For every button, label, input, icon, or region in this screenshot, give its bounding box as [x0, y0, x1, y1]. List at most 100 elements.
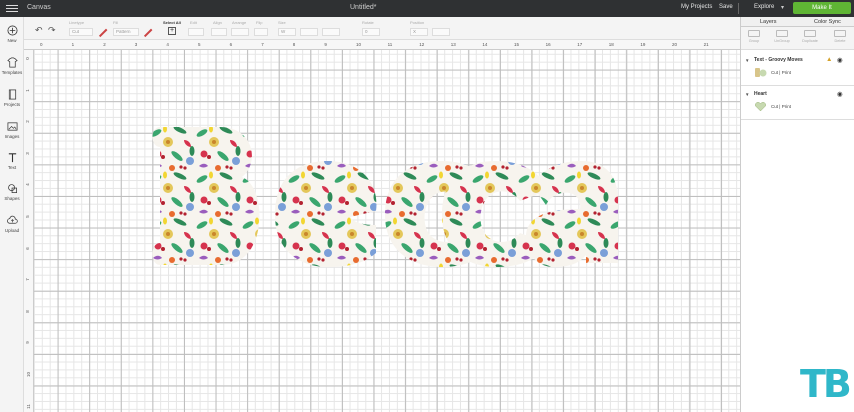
linetype-select[interactable]: Cut	[69, 28, 93, 36]
caret-down-icon[interactable]: ▼	[745, 58, 749, 63]
sidebar-item-upload[interactable]: Upload	[0, 215, 24, 233]
ruler-tick-label: 11	[387, 42, 393, 47]
sidebar-item-label: Projects	[3, 102, 21, 107]
plus-icon	[7, 25, 17, 36]
ungroup-label: UnGroup	[774, 39, 790, 43]
edit-toolbar: ↶ ↷ Linetype Cut Fill Pattern Select All…	[0, 17, 740, 40]
ruler-tick-label: 16	[545, 42, 551, 47]
ruler-tick-label: 19	[640, 42, 646, 47]
fill-label: Fill	[113, 20, 119, 25]
height-field[interactable]	[300, 28, 318, 36]
ungroup-button[interactable]: UnGroup	[771, 30, 793, 43]
text-icon	[8, 153, 16, 163]
ruler-tick-label: 6	[229, 42, 233, 47]
ruler-vertical: 0 1 2 3 4 5 6 7 8 9 10 11	[24, 50, 34, 412]
ruler-tick-label: 7	[24, 278, 30, 281]
save-link[interactable]: Save	[719, 4, 733, 10]
ruler-tick-label: 14	[482, 42, 488, 47]
sidebar-item-label: Upload	[4, 228, 20, 233]
caret-down-icon[interactable]: ▼	[745, 92, 749, 97]
app-title: Canvas	[27, 4, 51, 11]
my-projects-link[interactable]: My Projects	[681, 4, 712, 10]
linetype-label: Linetype	[69, 20, 85, 25]
layer-op-label: Cut	[771, 104, 779, 109]
ruler-tick-label: 12	[419, 42, 425, 47]
position-y-field[interactable]	[432, 28, 450, 36]
position-label: Position	[410, 20, 425, 25]
select-all-button[interactable]: +	[168, 27, 176, 35]
pen-icon[interactable]	[98, 28, 108, 37]
ruler-tick-label: 10	[26, 371, 32, 378]
layer-thumbnail	[755, 102, 766, 112]
edit-dropdown[interactable]	[188, 28, 204, 36]
ruler-tick-label: 21	[703, 42, 709, 47]
tab-color-sync[interactable]: Color Sync	[814, 19, 841, 25]
sidebar-item-templates[interactable]: Templates	[0, 57, 24, 75]
cloud-upload-icon	[6, 215, 18, 224]
fill-select[interactable]: Pattern	[113, 28, 139, 36]
tab-layers[interactable]: Layers	[760, 19, 777, 25]
position-x-field[interactable]: X	[410, 28, 428, 36]
sidebar-item-shapes[interactable]: Shapes	[0, 183, 24, 201]
chevron-down-icon[interactable]: ▾	[781, 4, 784, 11]
make-it-button[interactable]: Make It	[793, 2, 851, 14]
layer-divider	[741, 85, 854, 86]
size-label: Size	[278, 20, 286, 25]
ruler-tick-label: 4	[166, 42, 169, 47]
ungroup-icon	[776, 30, 788, 37]
ruler-horizontal: 0 1 2 3 4 5 6 7 8 9 10 11 12 13 14 15 16 17 18 19 20 21	[24, 40, 740, 50]
duplicate-button[interactable]: Duplicate	[799, 30, 821, 43]
width-field[interactable]: W	[278, 28, 296, 36]
ruler-tick-label: 1	[71, 42, 75, 47]
panel-tabs: Layers Color Sync	[741, 17, 854, 27]
left-sidebar: New Templates Projects Images Text Shape…	[0, 17, 24, 412]
layer-actions: Group UnGroup Duplicate Delete	[741, 27, 854, 50]
layer-op-separator: |	[779, 104, 781, 109]
ruler-tick-label: 9	[24, 341, 30, 345]
align-dropdown[interactable]	[211, 28, 227, 36]
rotate-field[interactable]: 0	[362, 28, 380, 36]
sidebar-item-images[interactable]: Images	[0, 121, 24, 139]
layer-thumbnail	[755, 68, 767, 77]
ruler-tick-label: 18	[608, 42, 614, 47]
sidebar-item-new[interactable]: New	[0, 25, 24, 43]
group-button[interactable]: Group	[743, 30, 765, 43]
ruler-tick-label: 20	[672, 42, 678, 47]
eye-icon[interactable]: ◉	[837, 56, 843, 64]
ruler-tick-label: 4	[24, 183, 30, 187]
group-label: Group	[748, 39, 760, 43]
machine-select[interactable]: Explore	[754, 4, 774, 10]
cricut-design-space-app: Canvas Untitled* My Projects Save Explor…	[0, 0, 854, 412]
sidebar-item-label: Images	[4, 134, 20, 139]
ruler-tick-label: 10	[356, 42, 362, 47]
lock-ratio-icon[interactable]	[322, 28, 340, 36]
menu-icon[interactable]	[6, 5, 18, 12]
ruler-tick-label: 5	[24, 215, 30, 218]
top-bar: Canvas Untitled* My Projects Save Explor…	[0, 0, 854, 17]
sidebar-item-text[interactable]: Text	[0, 152, 24, 170]
eye-icon[interactable]: ◉	[837, 90, 843, 98]
warning-icon: ▲	[826, 56, 833, 63]
redo-icon[interactable]: ↷	[48, 25, 56, 36]
delete-button[interactable]: Delete	[829, 30, 851, 43]
shapes-icon	[7, 184, 17, 193]
ruler-tick-label: 9	[324, 42, 327, 47]
sidebar-item-projects[interactable]: Projects	[0, 89, 24, 107]
right-panel: Layers Color Sync Group UnGroup Duplicat…	[740, 17, 854, 412]
layer-op-separator: |	[779, 70, 781, 75]
arrange-dropdown[interactable]	[231, 28, 249, 36]
ruler-tick-label: 11	[25, 403, 31, 409]
layer-name: Text - Groovy Moves	[754, 57, 803, 63]
floral-text-design[interactable]	[150, 125, 620, 270]
sidebar-item-label: New	[7, 38, 17, 43]
ruler-tick-label: 8	[24, 310, 30, 313]
ruler-tick-label: 0	[24, 57, 30, 60]
arrange-label: Arrange	[232, 20, 247, 25]
fill-pen-icon[interactable]	[143, 28, 153, 37]
edit-label: Edit	[190, 20, 197, 25]
ruler-tick-label: 6	[24, 246, 30, 250]
ruler-tick-label: 2	[103, 42, 106, 47]
flip-dropdown[interactable]	[254, 28, 268, 36]
undo-icon[interactable]: ↶	[35, 25, 43, 36]
layer-name: Heart	[754, 91, 767, 97]
